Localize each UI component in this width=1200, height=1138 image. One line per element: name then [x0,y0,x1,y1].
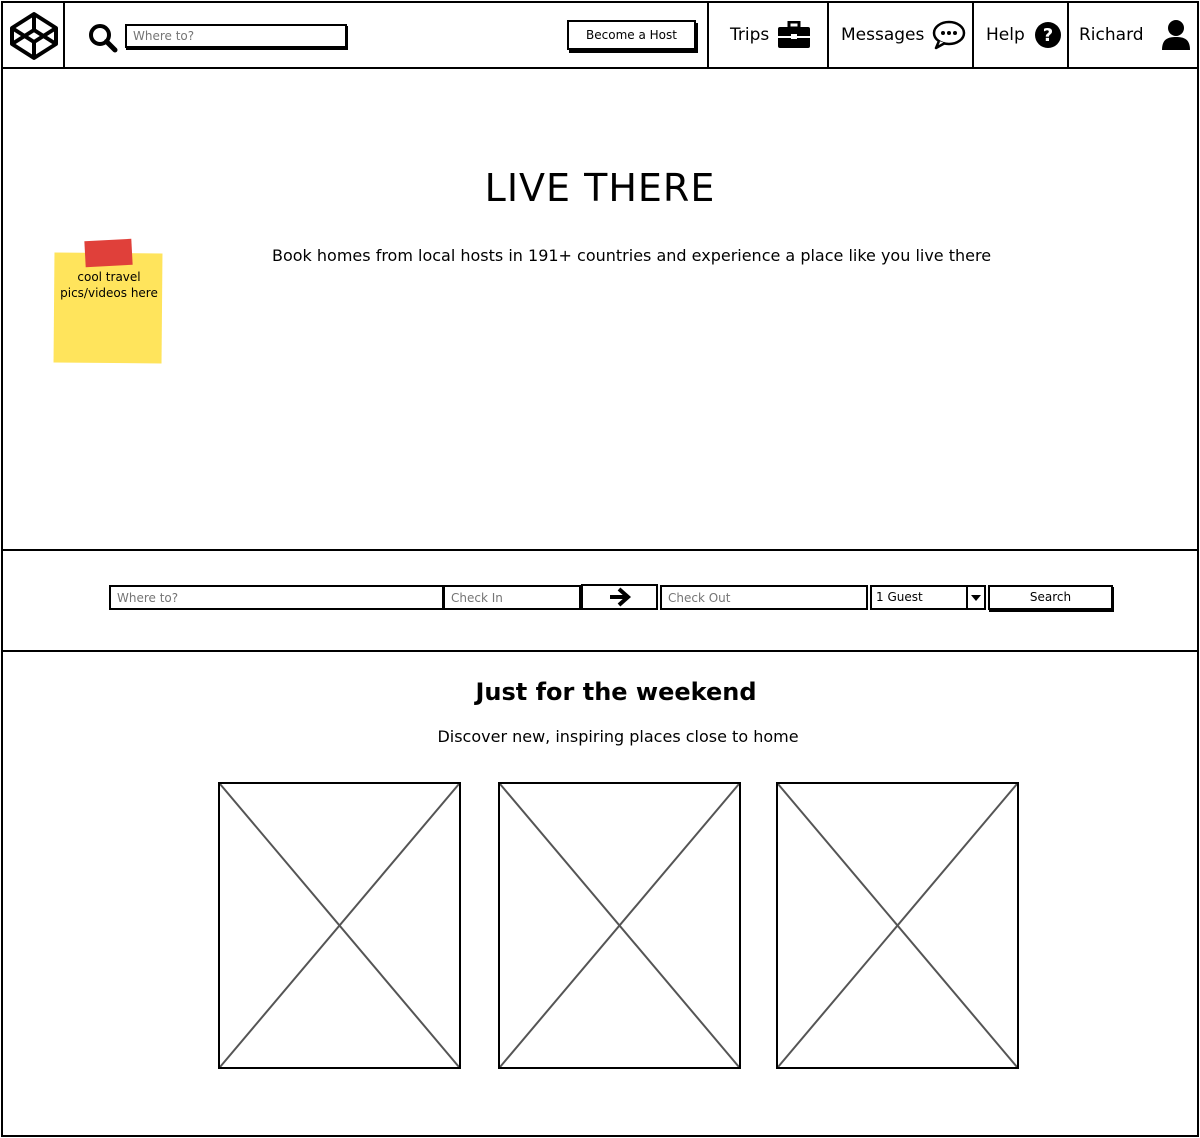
chevron-down-icon[interactable] [966,587,984,608]
codepen-cube-icon[interactable] [8,10,60,62]
header-divider [63,3,65,69]
question-circle-icon: ? [1034,22,1061,48]
user-icon [1161,20,1190,50]
svg-text:?: ? [1043,25,1053,46]
chat-bubble-icon [933,20,966,50]
header-divider [707,3,709,69]
briefcase-icon [778,21,811,48]
nav-label-user: Richard [1079,25,1144,45]
guests-select[interactable]: 1 Guest [870,585,986,610]
hero-title: LIVE THERE [484,166,716,210]
weekend-card-image[interactable] [498,782,741,1069]
check-in-input[interactable] [443,585,581,610]
check-out-input[interactable] [660,585,868,610]
date-range-arrow [581,584,658,610]
header-divider [1067,3,1069,69]
sticky-note-text: cool travel pics/videos here [60,270,158,300]
top-nav-bar: Become a Host Trips Messages Help ? Rich… [1,1,1199,69]
nav-item-trips[interactable]: Trips [730,1,811,69]
section-subtitle: Discover new, inspiring places close to … [437,727,799,746]
become-host-button[interactable]: Become a Host [567,20,696,50]
section-divider [1,650,1199,652]
header-divider [827,3,829,69]
nav-label-trips: Trips [730,25,770,45]
header-divider [972,3,974,69]
section-title: Just for the weekend [475,678,757,706]
search-icon[interactable] [87,22,119,54]
nav-label-help: Help [986,25,1025,45]
header-search-input[interactable] [125,24,347,48]
nav-label-messages: Messages [841,25,925,45]
nav-item-messages[interactable]: Messages [841,1,966,69]
nav-item-help[interactable]: Help ? [986,1,1063,69]
weekend-card-image[interactable] [776,782,1019,1069]
image-placeholder-icon [220,784,459,1067]
guests-selected-value: 1 Guest [876,590,923,604]
search-button[interactable]: Search [988,585,1113,610]
sticky-note-tape [84,238,133,268]
arrow-right-icon [609,587,631,607]
image-placeholder-icon [500,784,739,1067]
hero-subtitle: Book homes from local hosts in 191+ coun… [272,246,992,265]
where-to-input[interactable] [109,585,444,610]
weekend-card-image[interactable] [218,782,461,1069]
image-placeholder-icon [778,784,1017,1067]
section-divider [1,549,1199,551]
nav-item-user[interactable]: Richard [1079,1,1194,69]
